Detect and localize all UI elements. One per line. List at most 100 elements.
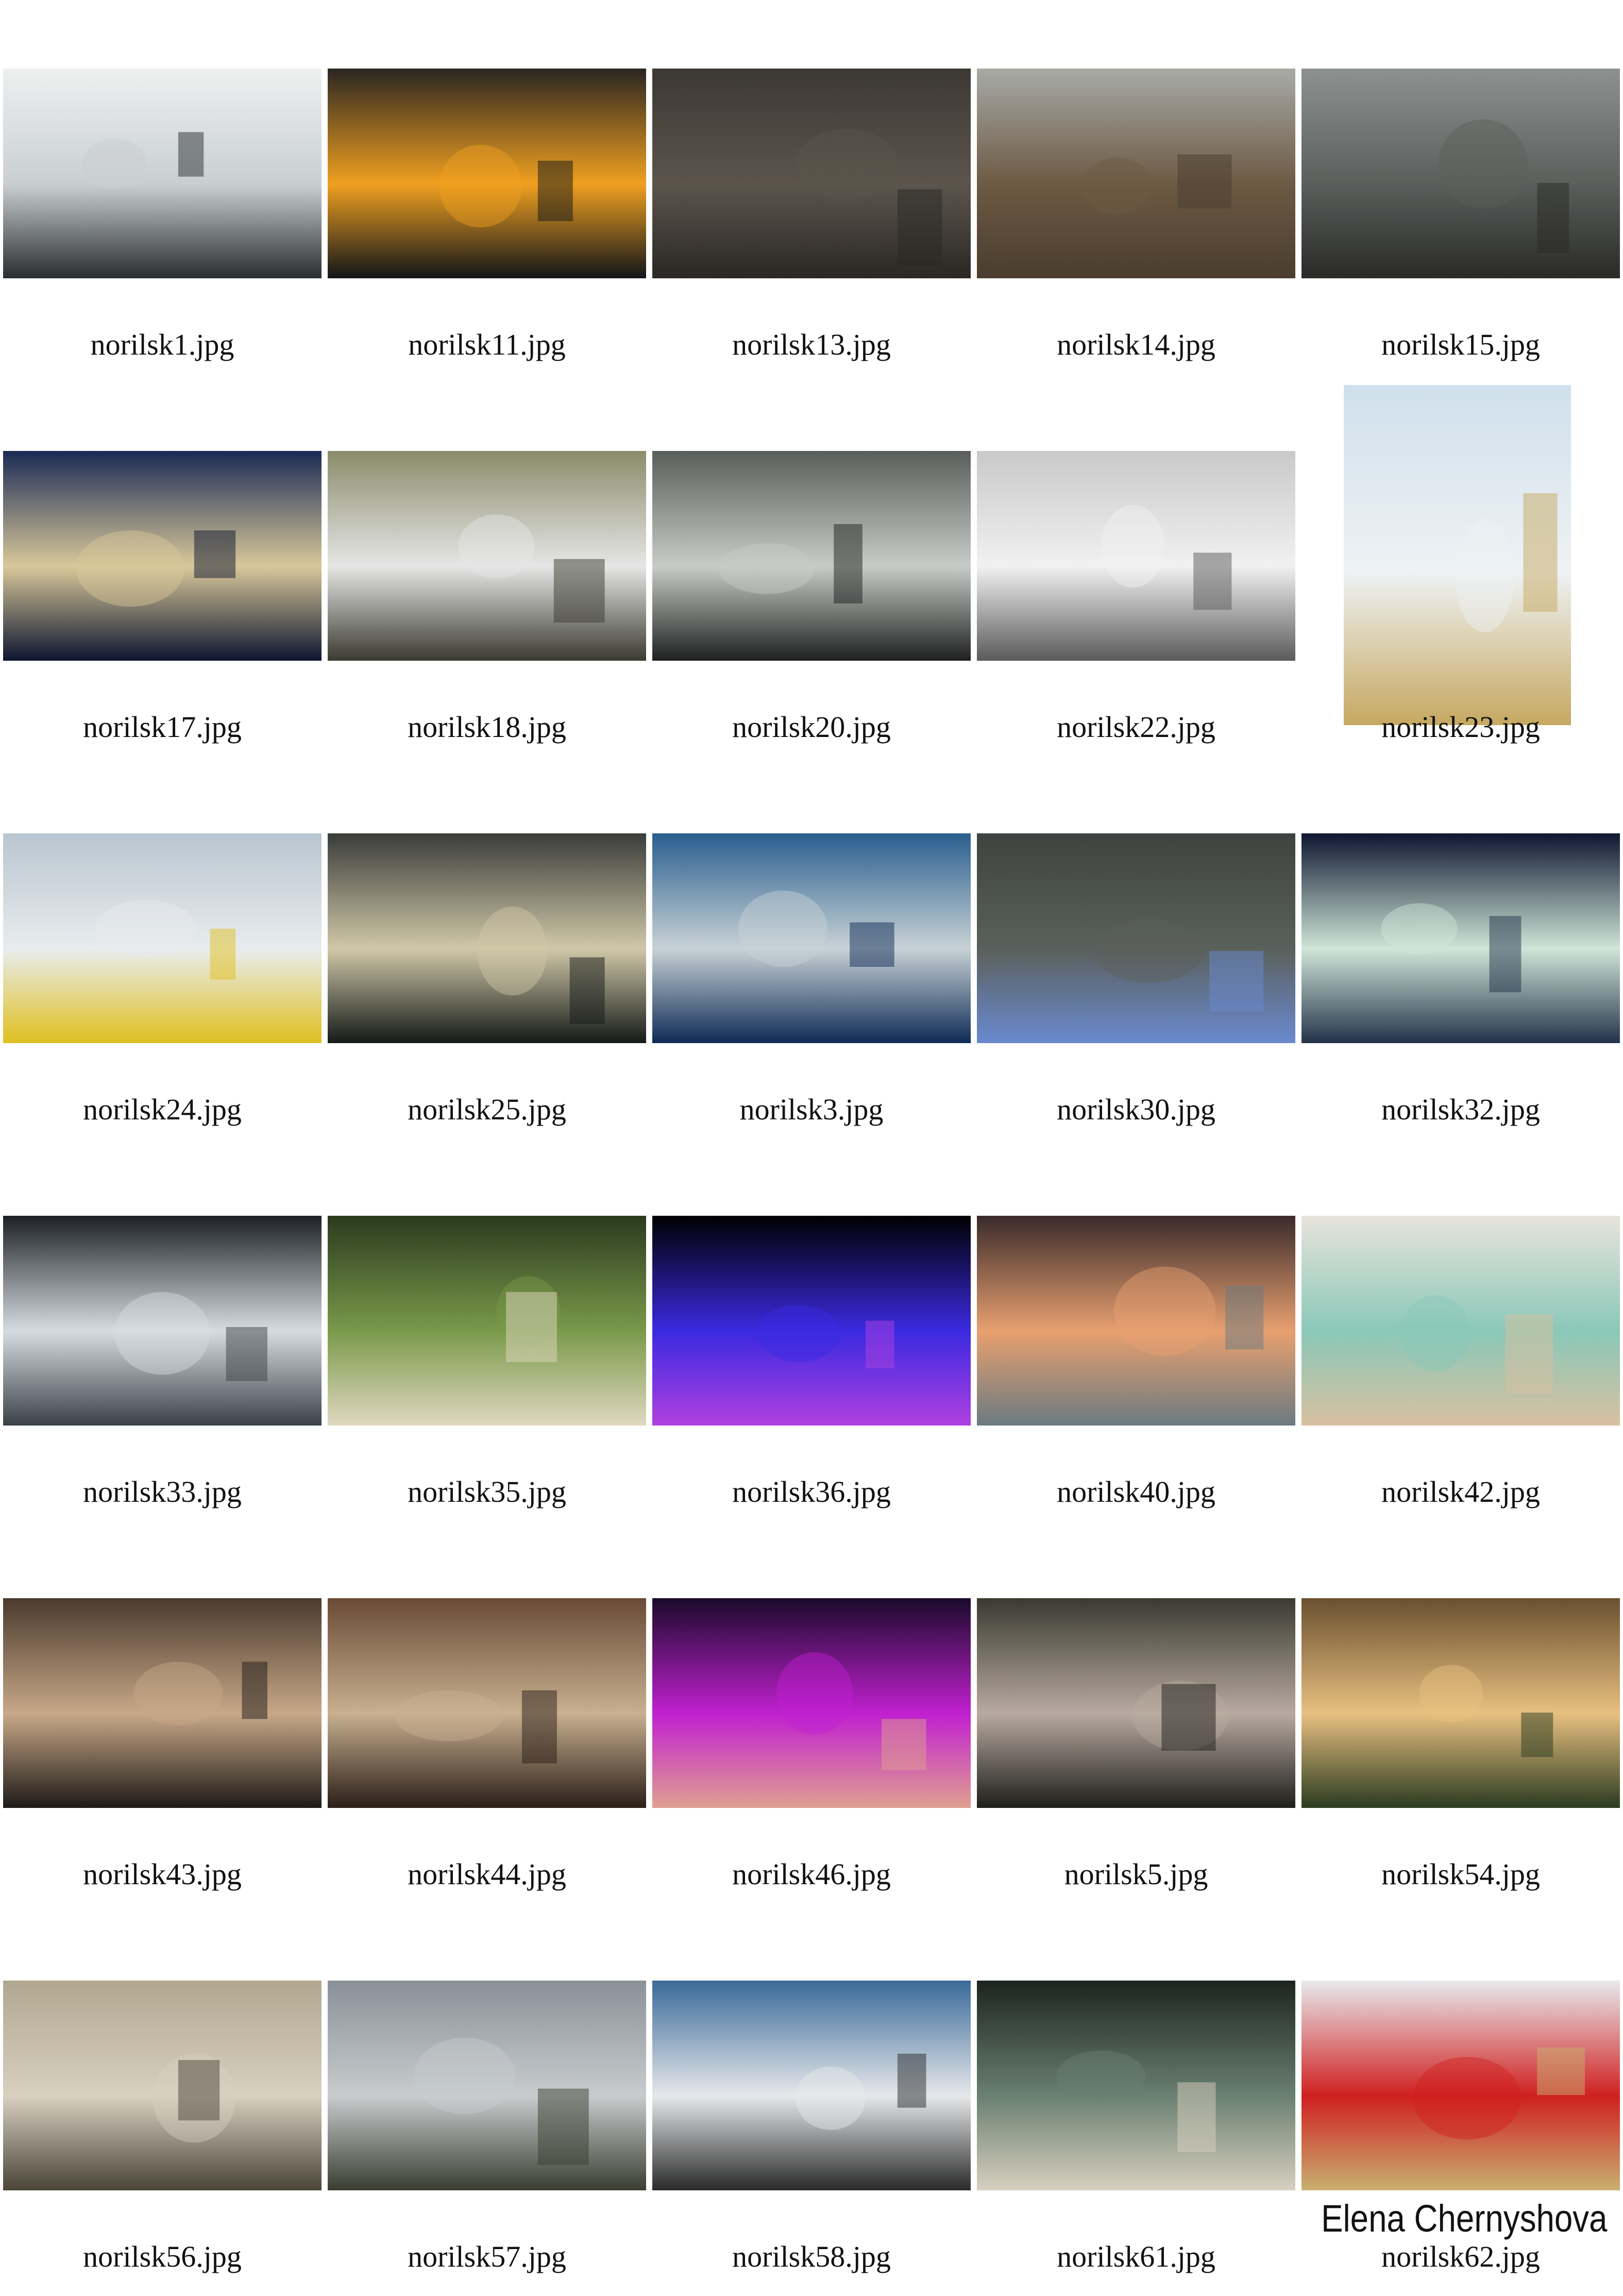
photo-thumbnail[interactable] bbox=[1344, 385, 1571, 725]
photo-thumbnail[interactable] bbox=[977, 833, 1295, 1043]
photo-thumbnail[interactable] bbox=[652, 833, 971, 1043]
photo-cell[interactable]: norilsk32.jpg bbox=[1298, 765, 1623, 1147]
photo-cell[interactable]: norilsk44.jpg bbox=[325, 1530, 649, 1912]
photo-filename: norilsk36.jpg bbox=[732, 1475, 891, 1509]
photo-cell[interactable]: norilsk54.jpg bbox=[1298, 1530, 1623, 1912]
photo-thumbnail[interactable] bbox=[977, 451, 1295, 661]
photo-image bbox=[652, 69, 971, 278]
photo-cell[interactable]: norilsk23.jpg bbox=[1298, 382, 1623, 765]
photo-filename: norilsk56.jpg bbox=[83, 2240, 242, 2273]
photo-cell[interactable]: norilsk46.jpg bbox=[649, 1530, 974, 1912]
photo-thumbnail[interactable] bbox=[977, 1981, 1295, 2190]
photo-filename: norilsk14.jpg bbox=[1057, 328, 1215, 361]
photo-image bbox=[652, 833, 971, 1043]
photo-cell[interactable]: norilsk25.jpg bbox=[325, 765, 649, 1147]
photo-filename: norilsk24.jpg bbox=[83, 1093, 242, 1126]
photo-cell[interactable]: norilsk24.jpg bbox=[0, 765, 325, 1147]
photo-thumbnail[interactable] bbox=[1301, 1216, 1620, 1426]
photo-cell[interactable]: norilsk56.jpg bbox=[0, 1912, 325, 2294]
photo-cell[interactable]: norilsk61.jpg bbox=[974, 1912, 1298, 2294]
photo-thumbnail[interactable] bbox=[977, 1598, 1295, 1808]
contact-sheet: norilsk62.jpg norilsk61.jpg norilsk58.jpg n… bbox=[0, 0, 1623, 2296]
photographer-credit: Elena Chernyshova bbox=[1321, 2197, 1608, 2240]
photo-cell[interactable]: norilsk43.jpg bbox=[0, 1530, 325, 1912]
photo-filename: norilsk11.jpg bbox=[408, 328, 566, 361]
photo-filename: norilsk15.jpg bbox=[1381, 328, 1540, 361]
photo-cell[interactable]: norilsk35.jpg bbox=[325, 1147, 649, 1530]
photo-image bbox=[1344, 385, 1571, 725]
photo-cell[interactable]: norilsk57.jpg bbox=[325, 1912, 649, 2294]
photo-filename: norilsk13.jpg bbox=[732, 328, 891, 361]
photo-cell[interactable]: norilsk5.jpg bbox=[974, 1530, 1298, 1912]
photo-thumbnail[interactable] bbox=[1301, 69, 1620, 278]
photo-thumbnail[interactable] bbox=[3, 1216, 322, 1426]
photo-cell[interactable]: norilsk17.jpg bbox=[0, 382, 325, 765]
photo-cell[interactable]: norilsk40.jpg bbox=[974, 1147, 1298, 1530]
photo-image bbox=[328, 69, 646, 278]
photo-cell[interactable]: norilsk36.jpg bbox=[649, 1147, 974, 1530]
photo-filename: norilsk1.jpg bbox=[90, 328, 234, 361]
photo-filename: norilsk20.jpg bbox=[732, 710, 891, 744]
photo-cell[interactable]: norilsk58.jpg bbox=[649, 1912, 974, 2294]
photo-filename: norilsk62.jpg bbox=[1381, 2240, 1540, 2273]
photo-thumbnail[interactable] bbox=[977, 69, 1295, 278]
photo-cell[interactable]: norilsk18.jpg bbox=[325, 382, 649, 765]
photo-thumbnail[interactable] bbox=[3, 1598, 322, 1808]
photo-image bbox=[1301, 69, 1620, 278]
photo-cell[interactable]: norilsk13.jpg bbox=[649, 0, 974, 382]
photo-cell[interactable]: norilsk20.jpg bbox=[649, 382, 974, 765]
photo-image bbox=[328, 1598, 646, 1808]
photo-filename: norilsk22.jpg bbox=[1057, 710, 1215, 744]
photo-image bbox=[977, 1598, 1295, 1808]
photo-image bbox=[1301, 833, 1620, 1043]
photo-filename: norilsk54.jpg bbox=[1381, 1857, 1540, 1891]
photo-filename: norilsk46.jpg bbox=[732, 1857, 891, 1891]
photo-thumbnail[interactable] bbox=[1301, 1981, 1620, 2190]
photo-cell[interactable]: norilsk30.jpg bbox=[974, 765, 1298, 1147]
photo-image bbox=[328, 1216, 646, 1426]
photo-thumbnail[interactable] bbox=[652, 451, 971, 661]
photo-thumbnail[interactable] bbox=[328, 1598, 646, 1808]
photo-thumbnail[interactable] bbox=[328, 1216, 646, 1426]
photo-cell[interactable]: norilsk42.jpg bbox=[1298, 1147, 1623, 1530]
photo-thumbnail[interactable] bbox=[328, 451, 646, 661]
photo-filename: norilsk23.jpg bbox=[1381, 710, 1540, 744]
photo-image bbox=[977, 833, 1295, 1043]
photo-thumbnail[interactable] bbox=[3, 833, 322, 1043]
photo-cell[interactable]: norilsk22.jpg bbox=[974, 382, 1298, 765]
photo-image bbox=[1301, 1981, 1620, 2190]
photo-image bbox=[328, 1981, 646, 2190]
photo-thumbnail[interactable] bbox=[652, 69, 971, 278]
photo-image bbox=[328, 451, 646, 661]
photo-cell[interactable]: norilsk3.jpg bbox=[649, 765, 974, 1147]
photo-image bbox=[977, 69, 1295, 278]
photo-image bbox=[3, 1216, 322, 1426]
photo-thumbnail[interactable] bbox=[1301, 833, 1620, 1043]
photo-thumbnail[interactable] bbox=[328, 833, 646, 1043]
photo-filename: norilsk32.jpg bbox=[1381, 1093, 1540, 1126]
photo-thumbnail[interactable] bbox=[977, 1216, 1295, 1426]
photo-image bbox=[1301, 1598, 1620, 1808]
photo-filename: norilsk5.jpg bbox=[1064, 1857, 1208, 1891]
photo-image bbox=[3, 1598, 322, 1808]
photo-filename: norilsk3.jpg bbox=[739, 1093, 884, 1126]
photo-cell[interactable]: norilsk33.jpg bbox=[0, 1147, 325, 1530]
photo-filename: norilsk43.jpg bbox=[83, 1857, 242, 1891]
photo-thumbnail[interactable] bbox=[328, 1981, 646, 2190]
photo-thumbnail[interactable] bbox=[652, 1981, 971, 2190]
photo-thumbnail[interactable] bbox=[3, 1981, 322, 2190]
photo-thumbnail[interactable] bbox=[652, 1598, 971, 1808]
photo-thumbnail[interactable] bbox=[3, 69, 322, 278]
photo-thumbnail[interactable] bbox=[652, 1216, 971, 1426]
photo-filename: norilsk44.jpg bbox=[408, 1857, 566, 1891]
photo-cell[interactable]: norilsk11.jpg bbox=[325, 0, 649, 382]
photo-image bbox=[977, 451, 1295, 661]
photo-image bbox=[652, 451, 971, 661]
photo-cell[interactable]: norilsk14.jpg bbox=[974, 0, 1298, 382]
photo-filename: norilsk58.jpg bbox=[732, 2240, 891, 2273]
photo-cell[interactable]: norilsk15.jpg bbox=[1298, 0, 1623, 382]
photo-thumbnail[interactable] bbox=[1301, 1598, 1620, 1808]
photo-cell[interactable]: norilsk1.jpg bbox=[0, 0, 325, 382]
photo-thumbnail[interactable] bbox=[328, 69, 646, 278]
photo-thumbnail[interactable] bbox=[3, 451, 322, 661]
